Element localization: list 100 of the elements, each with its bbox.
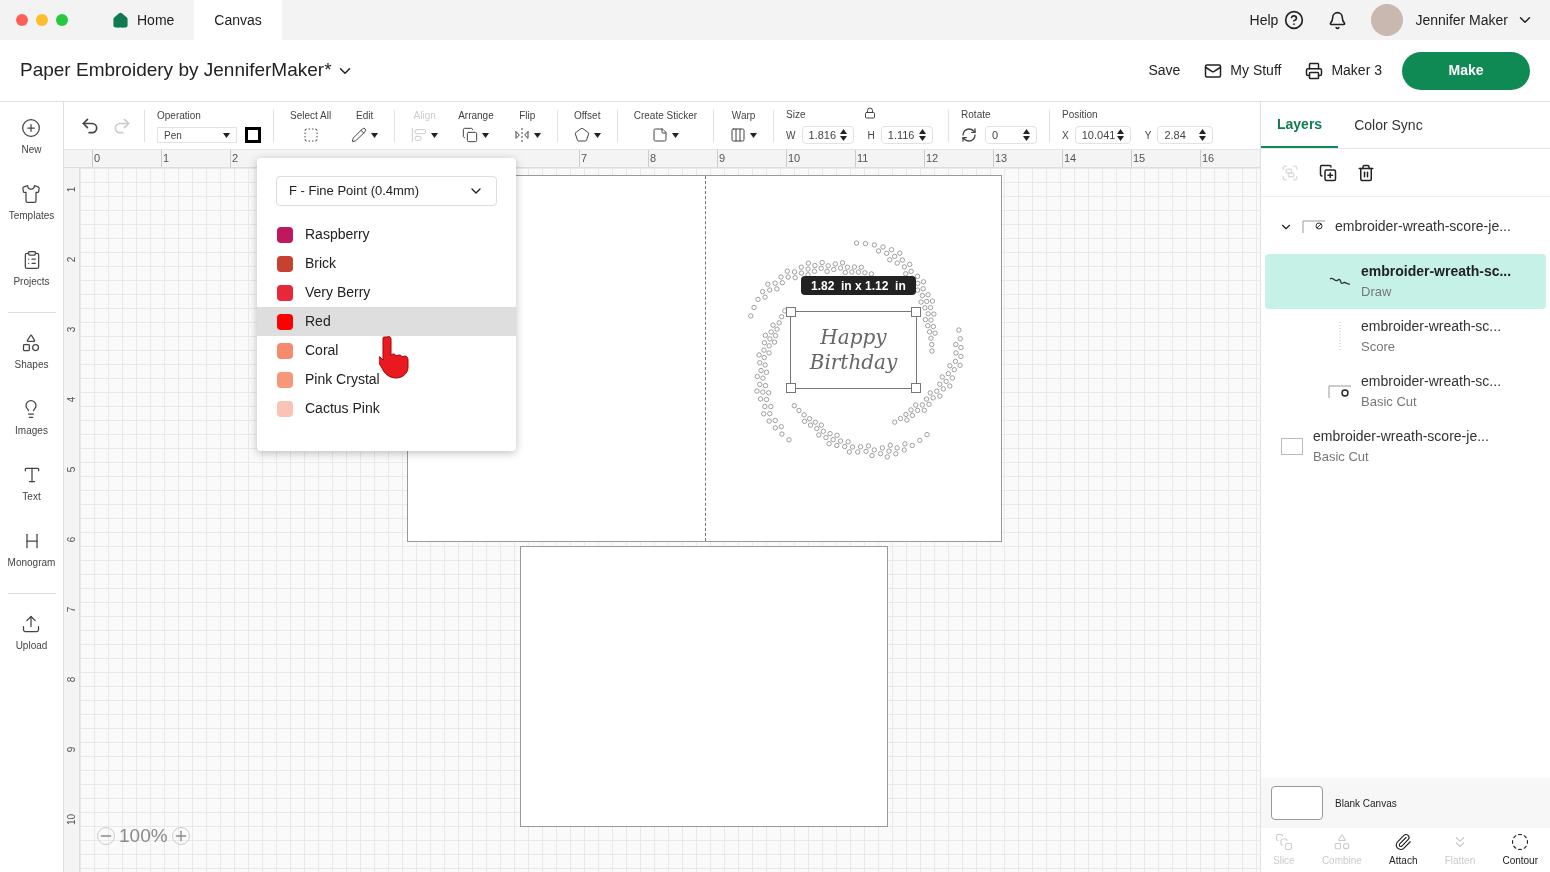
dashed-circle-icon — [1511, 832, 1530, 851]
position-label: Position — [1062, 108, 1099, 122]
ruler-number: 10 — [65, 813, 78, 826]
sidebar-item[interactable]: Templates — [8, 184, 55, 250]
paperclip-icon — [1394, 832, 1413, 851]
panel-action[interactable]: Contour — [1502, 832, 1538, 868]
layer-row[interactable]: embroider-wreath-sc... Score — [1265, 309, 1546, 364]
help-icon — [1284, 10, 1305, 30]
color-option[interactable]: Raspberry — [257, 220, 516, 249]
caret-icon — [223, 132, 230, 138]
operation-dropdown[interactable]: Pen — [157, 127, 237, 143]
layer-thumbnail-icon — [1328, 384, 1352, 399]
app-tab[interactable]: Canvas — [194, 0, 282, 40]
panel-tab[interactable]: Layers — [1261, 102, 1339, 148]
panel-tab[interactable]: Color Sync — [1338, 102, 1439, 148]
resize-handle[interactable] — [786, 383, 796, 393]
ruler-number: 2 — [65, 256, 78, 263]
envelope-icon — [1204, 61, 1223, 80]
layer-row[interactable]: embroider-wreath-score-je... — [1265, 199, 1546, 254]
toolbar-tool[interactable]: Offset — [569, 108, 605, 143]
zoom-level: 100% — [119, 824, 168, 848]
sidebar-icon — [21, 118, 42, 138]
layer-name: embroider-wreath-score-je... — [1313, 427, 1489, 447]
color-option[interactable]: Brick — [257, 249, 516, 278]
toolbar-tool[interactable]: Create Sticker — [629, 108, 702, 143]
machine-button[interactable]: Maker 3 — [1305, 60, 1382, 81]
ruler-number: 15 — [1133, 151, 1146, 166]
number-field[interactable]: 1.116 — [880, 126, 933, 144]
stepper-icon[interactable] — [1116, 129, 1124, 141]
size-tooltip: 1.82 in x 1.12 in — [801, 276, 916, 295]
pen-type-dropdown[interactable]: F - Fine Point (0.4mm) — [276, 176, 497, 206]
my-stuff-button[interactable]: My Stuff — [1204, 60, 1282, 81]
layer-row[interactable]: embroider-wreath-sc... Draw — [1265, 254, 1546, 309]
layer-operation: Score — [1361, 338, 1396, 357]
layer-row[interactable]: embroider-wreath-score-je... Basic Cut — [1265, 419, 1546, 474]
resize-handle[interactable] — [786, 307, 796, 317]
sidebar-item[interactable]: Text — [21, 465, 42, 531]
stepper-icon[interactable] — [1199, 129, 1207, 141]
ruler-number: 1 — [163, 151, 170, 166]
toolbar-tool[interactable]: Arrange — [454, 108, 498, 143]
layer-row[interactable]: embroider-wreath-sc... Basic Cut — [1265, 364, 1546, 419]
stepper-icon[interactable] — [1023, 129, 1031, 141]
sidebar-item[interactable]: Images — [15, 399, 48, 465]
layer-name: embroider-wreath-sc... — [1361, 317, 1502, 337]
blank-canvas-label: Blank Canvas — [1335, 796, 1397, 811]
number-field[interactable]: 2.84 — [1157, 126, 1214, 144]
user-name[interactable]: Jennifer Maker — [1415, 9, 1508, 31]
combine-icon — [1332, 832, 1351, 851]
color-option[interactable]: Cactus Pink — [257, 394, 516, 423]
size-label: Size — [786, 108, 806, 122]
rotate-label: Rotate — [961, 108, 992, 122]
stepper-icon[interactable] — [918, 129, 926, 141]
sidebar-item[interactable]: Monogram — [7, 531, 56, 597]
color-option[interactable]: Pink Crystal — [257, 365, 516, 394]
sidebar-item[interactable]: New — [21, 118, 42, 184]
number-field[interactable]: 1.816 — [801, 126, 854, 144]
app-tab[interactable]: Home — [92, 0, 195, 40]
select-all-icon — [302, 127, 319, 143]
sidebar-item[interactable]: Upload — [15, 614, 48, 680]
rotate-icon[interactable] — [961, 127, 978, 143]
ruler-number: 7 — [65, 606, 78, 613]
ruler-number: 0 — [94, 151, 101, 166]
sidebar-icon — [21, 614, 42, 634]
toolbar-tool[interactable]: Select All — [286, 108, 336, 143]
toolbar-tool[interactable]: Flip — [509, 108, 545, 143]
sidebar-item[interactable]: Projects — [13, 250, 50, 316]
resize-handle[interactable] — [911, 383, 921, 393]
caret-icon — [431, 132, 439, 138]
caret-icon — [533, 132, 541, 138]
color-option[interactable]: Coral — [257, 336, 516, 365]
script-text: Happy Birthday — [808, 325, 899, 375]
operation-label: Operation — [157, 109, 202, 123]
help-button[interactable]: Help — [1249, 9, 1305, 31]
color-option[interactable]: Very Berry — [257, 278, 516, 307]
lock-icon[interactable] — [864, 107, 877, 119]
undo-icon[interactable] — [80, 115, 100, 136]
stepper-icon[interactable] — [839, 129, 847, 141]
panel-action[interactable]: Attach — [1389, 832, 1418, 868]
sidebar-item[interactable]: Shapes — [14, 333, 49, 399]
bell-icon[interactable] — [1328, 10, 1348, 30]
make-button[interactable]: Make — [1402, 51, 1530, 90]
project-title[interactable]: Paper Embroidery by JenniferMaker* — [20, 56, 332, 85]
resize-handle[interactable] — [911, 307, 921, 317]
color-option[interactable]: Red — [257, 307, 516, 336]
number-field[interactable]: 0 — [985, 126, 1038, 144]
ruler-number: 4 — [65, 396, 78, 403]
layer-name: embroider-wreath-sc... — [1361, 372, 1502, 392]
warp-icon — [730, 127, 747, 143]
duplicate-icon[interactable] — [1319, 163, 1337, 182]
trash-icon[interactable] — [1357, 163, 1375, 182]
ruler-number: 9 — [719, 151, 726, 166]
toolbar-tool[interactable]: Edit — [347, 108, 383, 143]
ruler-number: 10 — [788, 151, 801, 166]
save-button[interactable]: Save — [1148, 60, 1181, 81]
layer-name: embroider-wreath-score-je... — [1335, 217, 1511, 236]
blank-canvas-thumbnail[interactable] — [1271, 786, 1323, 820]
number-field[interactable]: 10.041 — [1074, 126, 1131, 144]
pen-color-swatch[interactable] — [245, 127, 261, 143]
caret-icon — [593, 132, 601, 138]
toolbar-tool[interactable]: Warp — [726, 108, 762, 143]
